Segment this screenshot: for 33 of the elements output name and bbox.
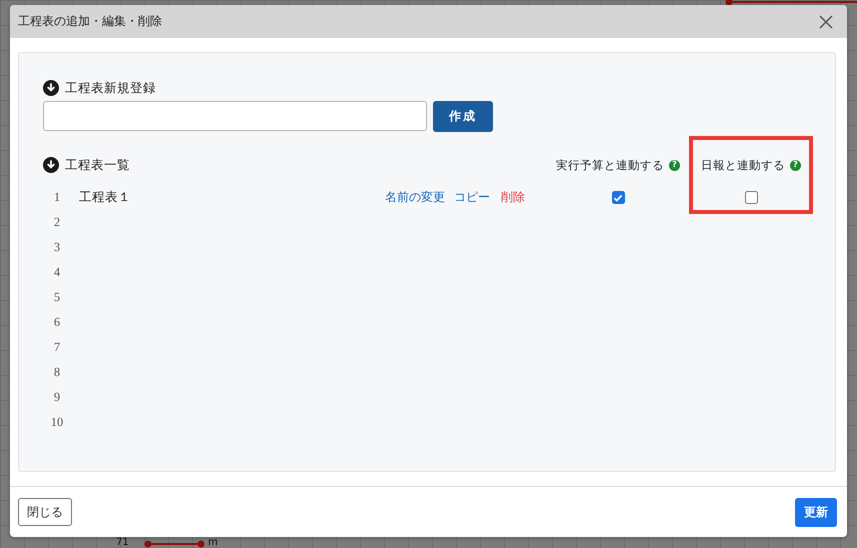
update-button[interactable]: 更新 <box>795 498 837 526</box>
arrow-down-circle-icon <box>43 80 59 96</box>
column-header: 日報と連動する <box>701 158 785 172</box>
section-heading: 工程表新規登録 <box>65 80 156 96</box>
background-label: m <box>208 538 218 548</box>
bar-marker-drawing <box>144 539 206 548</box>
action-link[interactable]: コピー <box>454 189 490 206</box>
window-title: 工程表の追加・編集・削除 <box>18 13 162 30</box>
checkbox[interactable] <box>612 191 624 204</box>
row-number: 4 <box>52 265 62 280</box>
row-number: 7 <box>52 340 62 355</box>
action-link[interactable]: 名前の変更 <box>385 189 445 206</box>
row-number: 5 <box>52 290 62 305</box>
input-field[interactable] <box>43 101 427 131</box>
row-number: 3 <box>52 240 62 255</box>
background-label: 71 <box>116 538 129 548</box>
row-number: 1 <box>52 190 62 205</box>
checkbox[interactable] <box>744 191 758 204</box>
create-button[interactable]: 作成 <box>433 101 493 132</box>
delete-link[interactable]: 削除 <box>501 189 525 206</box>
row-number: 9 <box>52 390 62 405</box>
help-icon[interactable]: ? <box>669 160 680 170</box>
column-header: 実行予算と連動する <box>556 158 664 172</box>
row-number: 10 <box>50 415 64 430</box>
row-number: 6 <box>52 315 62 330</box>
arrow-down-circle-icon <box>43 157 59 173</box>
row-number: 2 <box>52 215 62 230</box>
close-button[interactable]: 閉じる <box>18 498 72 526</box>
row-number: 8 <box>52 365 62 380</box>
help-icon[interactable]: ? <box>790 160 801 170</box>
close-icon[interactable] <box>819 14 833 28</box>
section-heading: 工程表一覧 <box>65 156 130 174</box>
schedule-name: 工程表１ <box>79 189 131 204</box>
